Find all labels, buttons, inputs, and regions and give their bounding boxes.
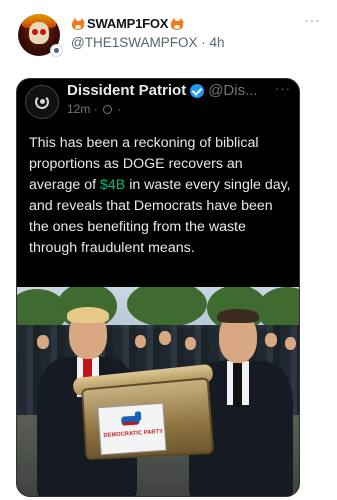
quoted-time[interactable]: 12m xyxy=(67,102,90,116)
separator: · xyxy=(201,35,206,50)
avatar-badge-icon xyxy=(50,44,63,57)
verified-badge-icon xyxy=(190,83,205,98)
democrat-donkey-logo xyxy=(121,411,144,428)
fox-icon xyxy=(71,17,85,30)
quoted-author-avatar[interactable] xyxy=(25,85,59,119)
quoted-post-card[interactable]: Dissident Patriot @Dis... ··· 12m · · Th… xyxy=(16,78,300,497)
quoted-name-row: Dissident Patriot @Dis... xyxy=(67,82,258,99)
author-name-row[interactable]: SWAMP1FOX xyxy=(71,16,185,31)
quoted-display-name[interactable]: Dissident Patriot xyxy=(67,82,186,99)
quoted-handle[interactable]: @Dis... xyxy=(208,82,257,99)
author-handle-row: @THE1SWAMPFOX · 4h xyxy=(71,35,225,50)
fox-icon xyxy=(170,17,185,30)
author-display-name[interactable]: SWAMP1FOX xyxy=(87,16,168,31)
quoted-more-options-button[interactable]: ··· xyxy=(275,81,291,96)
social-post: SWAMP1FOX @THE1SWAMPFOX · 4h ··· Disside… xyxy=(0,0,337,500)
money-highlight: $4B xyxy=(100,177,126,193)
globe-icon xyxy=(103,105,113,114)
more-options-button[interactable]: ··· xyxy=(304,12,321,28)
coffin-label: DEMOCRATIC PARTY xyxy=(97,402,167,456)
post-time[interactable]: 4h xyxy=(210,35,225,50)
quoted-time-row: 12m · · xyxy=(67,102,122,116)
quoted-post-text: This has been a reckoning of biblical pr… xyxy=(29,135,291,256)
post-photo[interactable]: DEMOCRATIC PARTY xyxy=(17,287,299,496)
author-handle[interactable]: @THE1SWAMPFOX xyxy=(71,35,197,50)
